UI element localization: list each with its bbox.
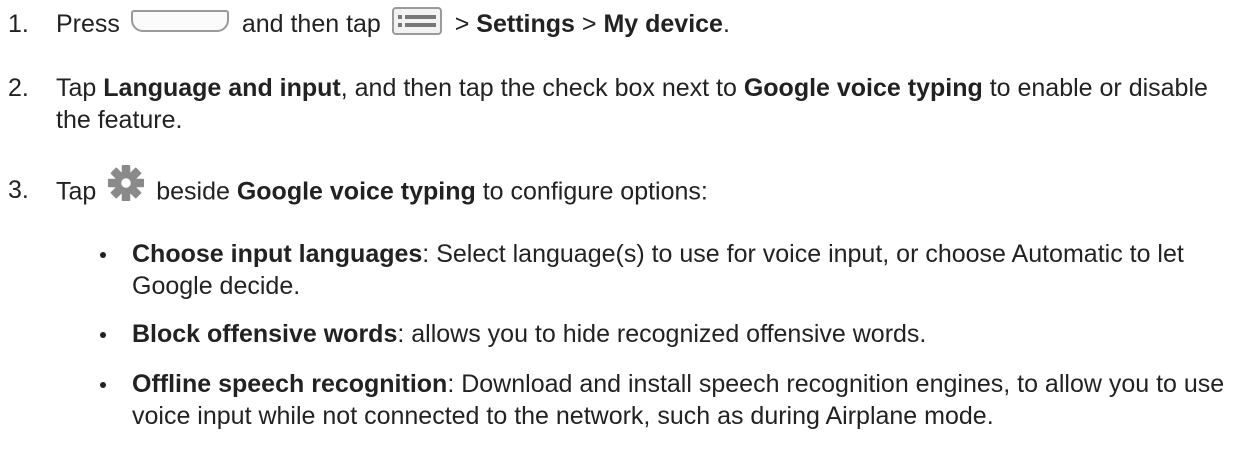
tap-text: Tap: [56, 177, 97, 206]
step-end-text: to configure options:: [482, 177, 708, 206]
my-device-label: My device: [603, 10, 723, 38]
step-text: Tap beside Google voice typing to config…: [56, 164, 1236, 212]
option-title: Offline speech recognition: [132, 370, 448, 398]
option-title: Choose input languages: [132, 240, 423, 268]
step-number: 1.: [8, 10, 29, 38]
google-voice-typing-label: Google voice typing: [236, 177, 476, 206]
home-button-icon: [130, 10, 229, 33]
bullet-dot: [100, 332, 106, 338]
option-desc: : allows you to hide recognized offensiv…: [397, 320, 927, 348]
step-middle-text: , and then tap the check box next to: [340, 74, 737, 102]
separator: >: [581, 10, 597, 38]
gear-icon: [108, 164, 145, 202]
option-title: Block offensive words: [132, 320, 398, 348]
step-text: Tap Language and input, and then tap the…: [56, 72, 1236, 136]
option-text: Choose input languages: Select language(…: [132, 238, 1230, 302]
press-text: Press: [56, 10, 120, 38]
period: .: [722, 10, 730, 38]
option-text: Offline speech recognition: Download and…: [132, 368, 1230, 432]
settings-label: Settings: [476, 10, 575, 38]
step-number: 2.: [8, 74, 29, 102]
and-then-tap-text: and then tap: [241, 10, 381, 38]
separator: >: [454, 10, 470, 38]
step-text: Press and then tap > Settings > My devic…: [56, 7, 1236, 40]
google-voice-typing-label: Google voice typing: [743, 74, 983, 102]
step-number: 3.: [8, 176, 29, 204]
tap-text: Tap: [56, 74, 97, 102]
bullet-dot: [100, 382, 106, 388]
menu-button-icon: [391, 7, 442, 36]
bullet-dot: [100, 252, 106, 258]
beside-text: beside: [156, 177, 230, 206]
option-text: Block offensive words: allows you to hid…: [132, 318, 1230, 350]
language-and-input-label: Language and input: [103, 74, 341, 102]
